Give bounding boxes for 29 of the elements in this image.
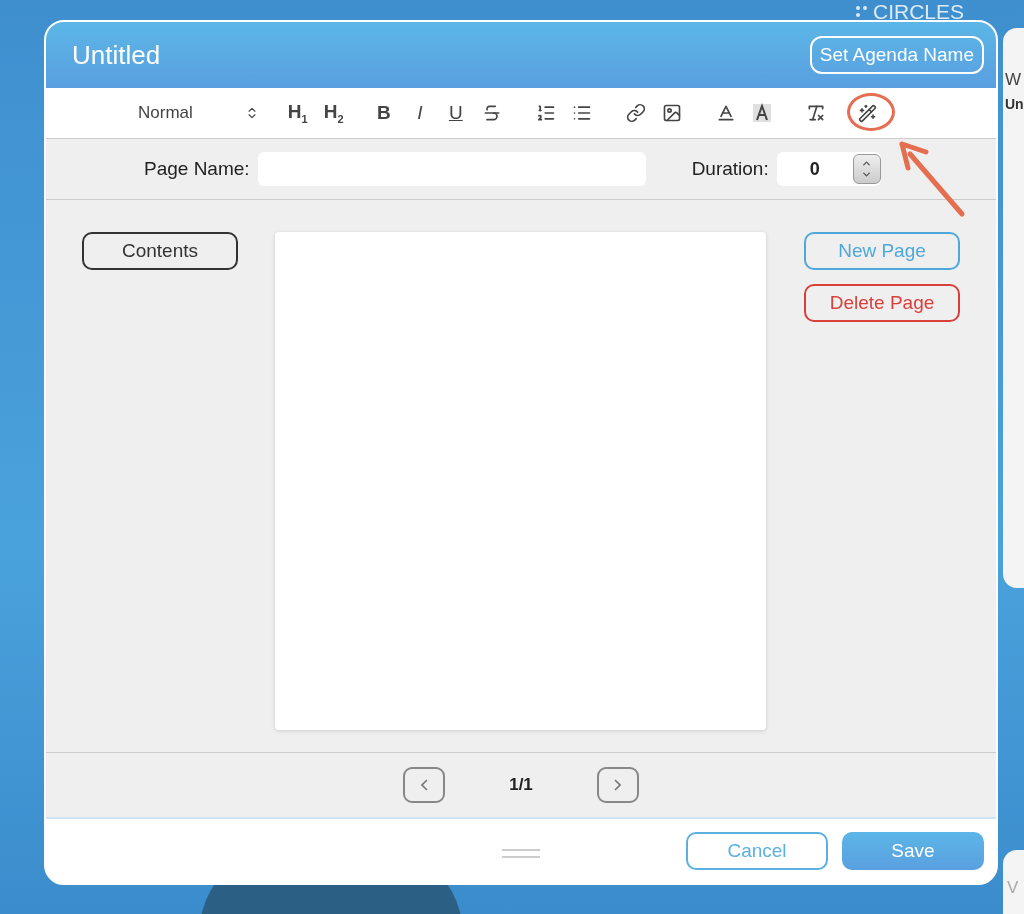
bold-tool-button[interactable]: B: [370, 100, 397, 126]
side-card-text: V: [1003, 850, 1024, 914]
side-card-subtitle: Un: [1005, 96, 1024, 112]
duration-label: Duration:: [691, 158, 769, 180]
magic-wand-icon: [858, 103, 878, 123]
next-page-button[interactable]: [596, 767, 639, 803]
link-icon: [625, 103, 646, 123]
heading-tool-button[interactable]: H$_{1}$: [284, 100, 311, 126]
contents-button[interactable]: Contents: [82, 232, 238, 270]
chevron-right-icon: [614, 779, 622, 791]
underline-tool-button[interactable]: U: [442, 100, 469, 126]
duration-field[interactable]: 0: [776, 152, 881, 186]
page-name-label: Page Name:: [144, 158, 250, 180]
heading-tool-button[interactable]: H$_{2}$: [320, 100, 347, 126]
format-select[interactable]: Normal: [138, 103, 259, 123]
resize-grip[interactable]: [502, 849, 540, 858]
duration-stepper[interactable]: [852, 154, 881, 184]
ordered-list-icon: [535, 103, 556, 123]
delete-page-button[interactable]: Delete Page: [804, 284, 960, 322]
italic-tool-button[interactable]: I: [406, 100, 433, 126]
side-card-title: W: [1005, 70, 1023, 90]
image-icon: [661, 103, 682, 123]
dialog-title: Untitled: [72, 39, 161, 71]
circles-logo: CIRCLES: [855, 0, 965, 24]
chevron-left-icon: [420, 779, 428, 791]
page-counter: 1/1: [509, 775, 533, 795]
highlight-letter-icon: [751, 103, 772, 123]
previous-page-button[interactable]: [403, 767, 446, 803]
bullet-list-icon: [571, 103, 592, 123]
